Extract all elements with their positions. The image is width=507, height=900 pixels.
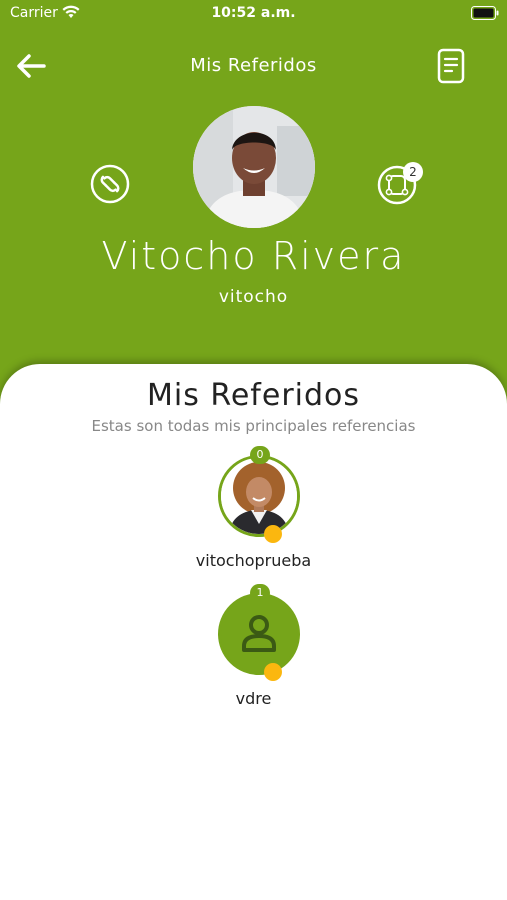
nav-title: Mis Referidos: [190, 55, 317, 76]
referral-username: vdre: [235, 689, 272, 708]
referral-username: vitochoprueba: [195, 551, 312, 570]
status-bar: Carrier 10:52 a.m.: [0, 0, 507, 28]
battery-icon: [471, 6, 499, 20]
profile-name: Vitocho Rivera: [101, 234, 406, 278]
referral-photo-icon: [221, 458, 297, 534]
referral-avatar: [218, 455, 300, 537]
user-placeholder-icon: [242, 615, 276, 652]
referral-count-badge: 2: [403, 162, 423, 182]
status-time: 10:52 a.m.: [211, 5, 296, 21]
profile-username: vitocho: [218, 287, 289, 307]
referral-avatar: [218, 593, 300, 675]
referral-count-badge: 0: [250, 446, 270, 464]
card-title: Mis Referidos: [146, 378, 361, 413]
profile-avatar: [193, 106, 315, 228]
document-icon[interactable]: [436, 48, 466, 84]
status-dot: [264, 663, 282, 681]
card-subtitle: Estas son todas mis principales referenc…: [91, 417, 416, 435]
referral-item[interactable]: 0 vitochoprueba: [0, 446, 507, 585]
referral-item[interactable]: 1 vdre: [0, 584, 507, 723]
link-icon[interactable]: [90, 164, 130, 204]
referral-count-badge: 1: [250, 584, 270, 602]
profile-photo-icon: [193, 106, 315, 228]
status-dot: [264, 525, 282, 543]
